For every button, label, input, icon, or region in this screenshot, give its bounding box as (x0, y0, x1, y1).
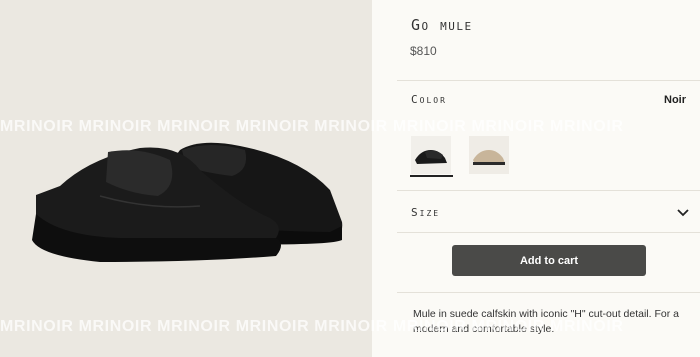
color-swatch-beige[interactable] (469, 136, 509, 174)
beige-mule-thumbnail-icon (473, 150, 505, 165)
color-label: Color (411, 93, 447, 106)
product-image-gallery[interactable] (0, 0, 372, 357)
divider (397, 292, 700, 293)
color-swatch-noir[interactable] (411, 136, 451, 174)
product-price: $810 (410, 44, 437, 58)
chevron-down-icon[interactable] (675, 206, 691, 220)
add-to-cart-button[interactable]: Add to cart (452, 245, 646, 276)
product-description: Mule in suede calfskin with iconic "H" c… (413, 308, 679, 335)
product-image (32, 142, 343, 262)
product-title: Go mule (411, 16, 473, 34)
divider (397, 190, 700, 191)
selected-color-value: Noir (664, 94, 686, 106)
selected-swatch-indicator (410, 175, 453, 177)
product-details-panel: Go mule $810 Color Noir Size Add to cart… (397, 0, 700, 357)
divider (397, 232, 700, 233)
noir-mule-thumbnail-icon (415, 150, 447, 164)
divider (397, 80, 700, 81)
size-label: Size (411, 206, 441, 219)
